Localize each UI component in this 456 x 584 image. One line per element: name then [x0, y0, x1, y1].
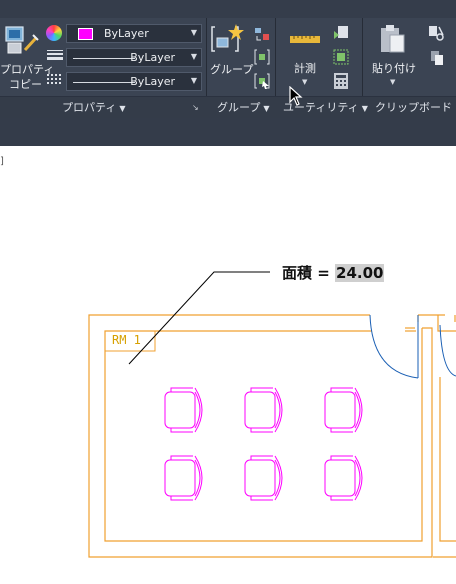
- room-tag-text: RM 1: [112, 333, 141, 347]
- chairs-group: [164, 387, 363, 501]
- chair-icon: [164, 387, 203, 433]
- area-leader: [128, 271, 270, 365]
- chair-icon: [244, 455, 283, 501]
- chair-icon: [324, 387, 363, 433]
- chair-icon: [164, 455, 203, 501]
- autocad-window: プロパティ コピー ByLayer ▼ ByLayer ▼ ByLayer ▼ …: [0, 0, 456, 584]
- chair-icon: [324, 455, 363, 501]
- door-swing-icon: [369, 314, 456, 379]
- area-measurement[interactable]: 面積 = 24.00: [282, 262, 385, 283]
- area-value: 24.00: [335, 264, 385, 282]
- chair-icon: [244, 387, 283, 433]
- area-label: 面積 =: [282, 264, 336, 282]
- floor-plan: [88, 271, 456, 558]
